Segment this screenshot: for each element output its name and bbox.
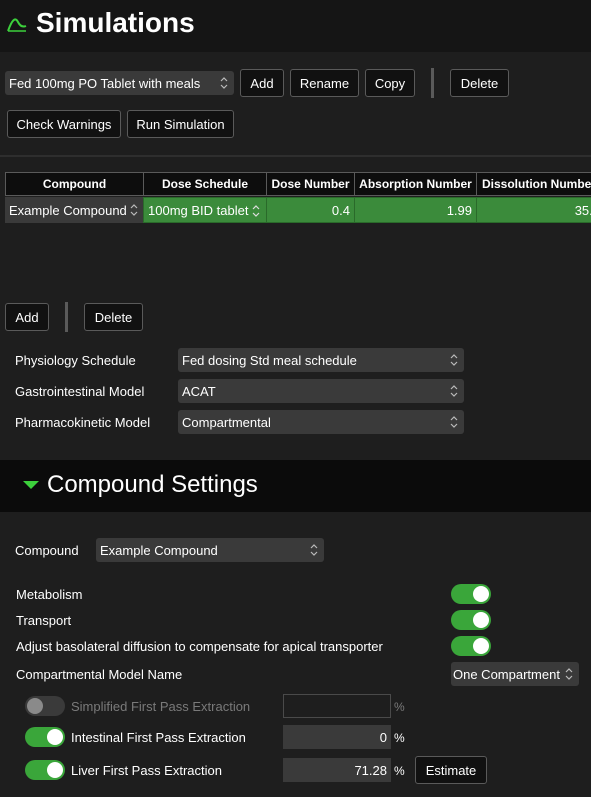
basolateral-diffusion-label: Adjust basolateral diffusion to compensa…	[16, 639, 383, 654]
updown-arrows-icon	[130, 204, 138, 216]
updown-arrows-icon	[310, 544, 318, 556]
pharmacokinetic-model-select[interactable]: Compartmental	[178, 410, 464, 434]
metabolism-label: Metabolism	[16, 587, 83, 602]
metabolism-toggle[interactable]	[451, 584, 491, 604]
page-title: Simulations	[36, 7, 195, 38]
compound-cell[interactable]: Example Compound	[5, 197, 144, 223]
compound-settings-title: Compound Settings	[47, 471, 258, 498]
gastrointestinal-model-select[interactable]: ACAT	[178, 379, 464, 403]
compound-select[interactable]: Example Compound	[96, 538, 324, 562]
column-header-dissolution-number[interactable]: Dissolution Number	[476, 172, 591, 196]
compartmental-model-name-value: One Compartment	[453, 666, 560, 682]
intestinal-first-pass-label: Intestinal First Pass Extraction	[71, 730, 246, 745]
divider	[0, 155, 591, 157]
liver-first-pass-label: Liver First Pass Extraction	[71, 763, 222, 778]
physiology-schedule-select[interactable]: Fed dosing Std meal schedule	[178, 348, 464, 372]
absorption-number-cell[interactable]: 1.99	[354, 197, 477, 223]
compound-select-value: Example Compound	[100, 542, 218, 558]
simplified-first-pass-toggle[interactable]	[25, 696, 65, 716]
column-header-absorption-number[interactable]: Absorption Number	[354, 172, 477, 196]
curve-logo-icon	[7, 18, 27, 32]
dose-schedule-cell[interactable]: 100mg BID tablet	[143, 197, 267, 223]
compound-label: Compound	[15, 543, 79, 558]
updown-arrows-icon	[220, 77, 228, 89]
percent-unit: %	[394, 764, 405, 778]
rename-button[interactable]: Rename	[290, 69, 359, 97]
pharmacokinetic-model-value: Compartmental	[182, 414, 271, 430]
intestinal-first-pass-toggle[interactable]	[25, 727, 65, 747]
toggle-knob	[473, 586, 489, 602]
dose-number-cell[interactable]: 0.4	[266, 197, 355, 223]
delete-simulation-button[interactable]: Delete	[450, 69, 509, 97]
compound-cell-value: Example Compound	[9, 202, 127, 218]
simulation-select-value: Fed 100mg PO Tablet with meals	[9, 75, 201, 91]
compartmental-model-name-label: Compartmental Model Name	[16, 667, 183, 682]
intestinal-first-pass-input[interactable]: 0	[283, 725, 391, 749]
add-simulation-button[interactable]: Add	[240, 69, 284, 97]
dissolution-number-cell[interactable]: 35.6	[476, 197, 591, 223]
toggle-knob	[47, 762, 63, 778]
delete-row-button[interactable]: Delete	[84, 303, 143, 331]
basolateral-diffusion-toggle[interactable]	[451, 636, 491, 656]
estimate-button[interactable]: Estimate	[415, 756, 487, 784]
updown-arrows-icon	[565, 668, 573, 680]
gastrointestinal-model-label: Gastrointestinal Model	[15, 384, 145, 399]
physiology-schedule-value: Fed dosing Std meal schedule	[182, 352, 357, 368]
add-row-button[interactable]: Add	[5, 303, 49, 331]
column-header-dose-number[interactable]: Dose Number	[266, 172, 355, 196]
column-header-dose-schedule[interactable]: Dose Schedule	[143, 172, 267, 196]
liver-first-pass-toggle[interactable]	[25, 760, 65, 780]
gastrointestinal-model-value: ACAT	[182, 383, 216, 399]
updown-arrows-icon	[450, 354, 458, 366]
transport-label: Transport	[16, 613, 72, 628]
updown-arrows-icon	[450, 416, 458, 428]
transport-toggle[interactable]	[451, 610, 491, 630]
collapse-triangle-icon[interactable]	[23, 481, 39, 489]
toolbar-divider	[431, 68, 434, 98]
toggle-knob	[473, 612, 489, 628]
dissolution-number-value: 35.6	[574, 202, 591, 218]
copy-button[interactable]: Copy	[365, 69, 415, 97]
dose-schedule-cell-value: 100mg BID tablet	[148, 202, 249, 218]
actions-divider	[65, 302, 68, 332]
compartmental-model-name-select[interactable]: One Compartment	[451, 662, 579, 686]
pharmacokinetic-model-label: Pharmacokinetic Model	[15, 415, 151, 430]
toggle-knob	[473, 638, 489, 654]
column-header-compound[interactable]: Compound	[5, 172, 144, 196]
percent-unit: %	[394, 731, 405, 745]
run-simulation-button[interactable]: Run Simulation	[127, 110, 234, 138]
simulation-select[interactable]: Fed 100mg PO Tablet with meals	[5, 71, 234, 95]
simplified-first-pass-input[interactable]	[283, 694, 391, 718]
physiology-schedule-label: Physiology Schedule	[15, 353, 136, 368]
updown-arrows-icon	[450, 385, 458, 397]
updown-arrows-icon	[252, 205, 260, 217]
toggle-knob	[27, 698, 43, 714]
check-warnings-button[interactable]: Check Warnings	[7, 110, 121, 138]
toggle-knob	[47, 729, 63, 745]
simplified-first-pass-label: Simplified First Pass Extraction	[71, 699, 251, 714]
percent-unit: %	[394, 700, 405, 714]
liver-first-pass-input[interactable]: 71.28	[283, 758, 391, 782]
